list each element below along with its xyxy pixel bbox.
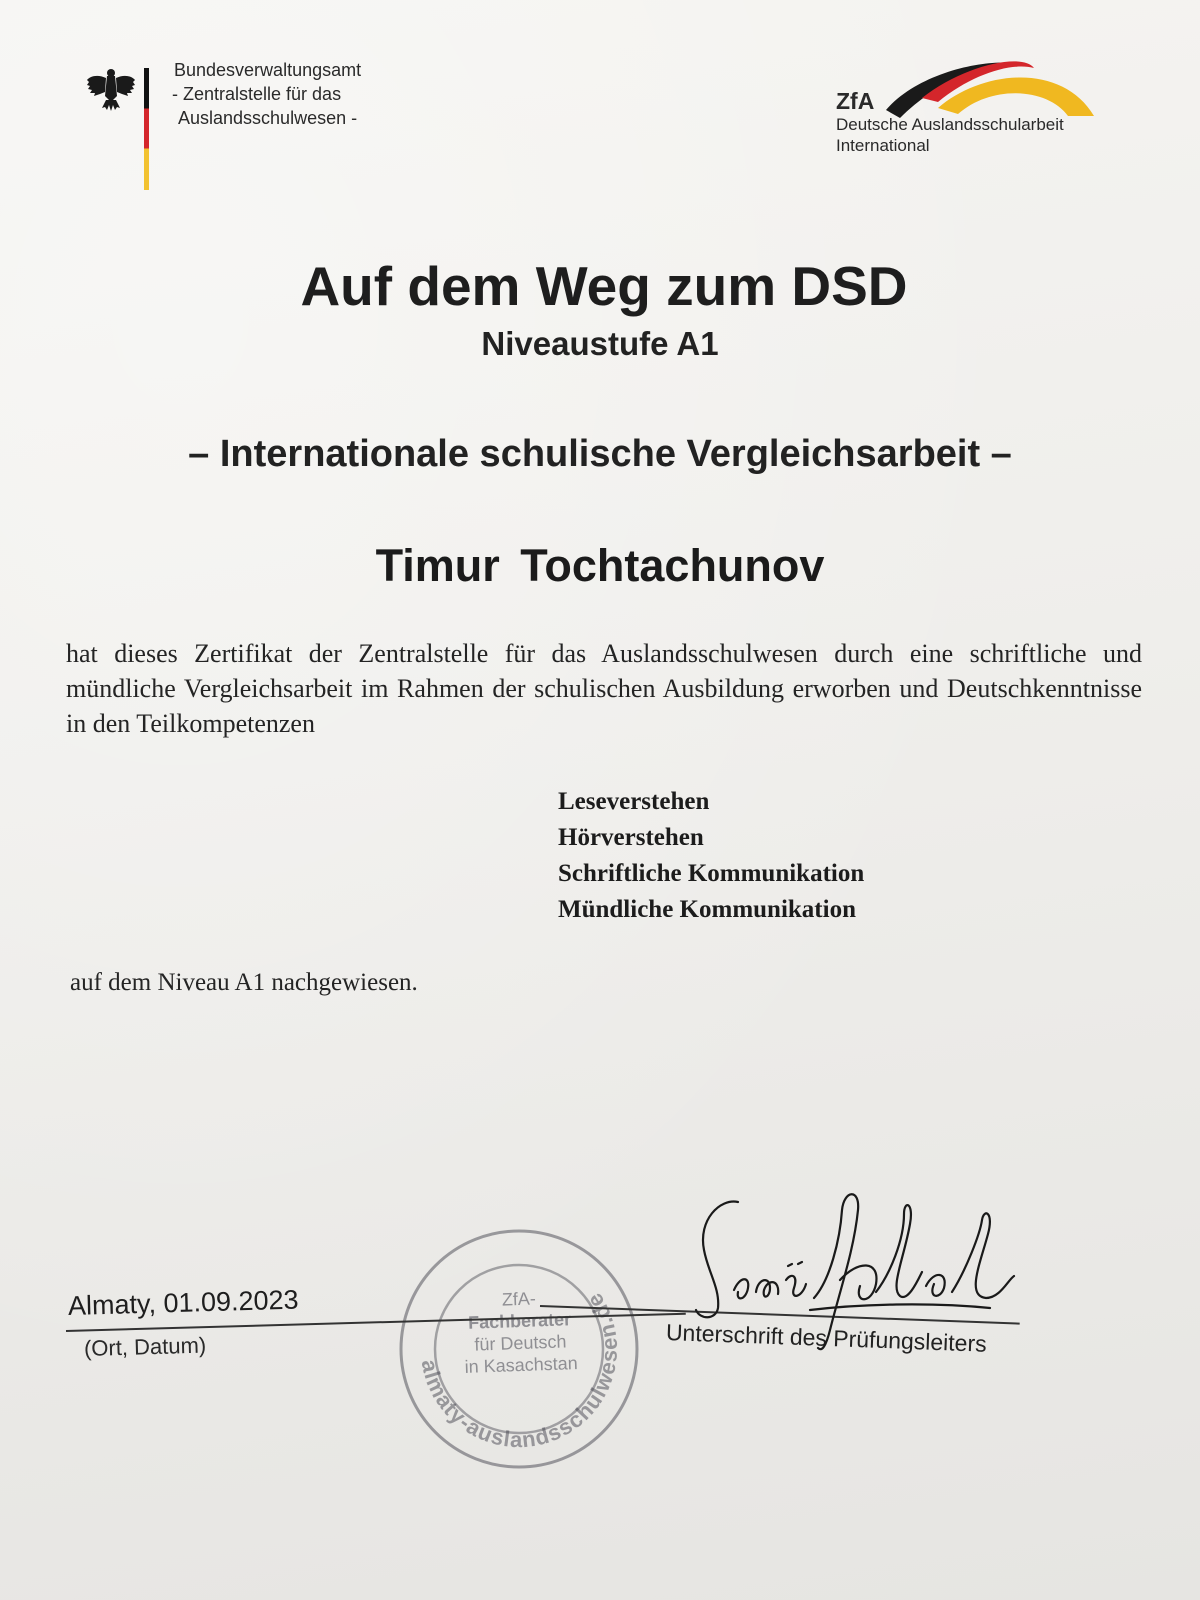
certificate-body: hat dieses Zertifikat der Zentralstelle … [66,639,1142,738]
handwritten-signature [694,1193,1016,1351]
candidate-name: Timur Tochtachunov [375,540,825,591]
competency-item: Schriftliche Kommunikation [558,860,865,887]
competency-item: Hörverstehen [558,824,704,851]
competency-item: Leseverstehen [558,788,710,815]
zfa-name-line-1: Deutsche Auslandsschularbeit [836,115,1064,134]
authority-line-1: Bundesverwaltungsamt [174,60,362,80]
federal-eagle-icon [87,69,135,111]
authority-line-3: Auslandsschulwesen - [178,108,358,128]
place-date: Almaty, 01.09.2023 [67,1284,299,1321]
authority-line-2: - Zentralstelle für das [172,84,342,104]
zfa-logo-text: ZfA Deutsche Auslandsschularbeit Interna… [836,88,1064,156]
competency-item: Mündliche Kommunikation [558,896,856,923]
stamp-center-text: ZfA- Fachberater für Deutsch in Kasachst… [439,1285,602,1379]
certificate-title: Auf dem Weg zum DSD [300,255,908,317]
authority-block: Bundesverwaltungsamt - Zentralstelle für… [170,58,361,130]
competency-list: Leseverstehen Hörverstehen Schriftliche … [558,784,864,928]
certificate-page: Bundesverwaltungsamt - Zentralstelle für… [0,0,1200,1600]
german-flag-bar [144,68,149,190]
zfa-name-line-2: International [836,136,930,155]
certificate-type: – Internationale schulische Vergleichsar… [188,433,1012,475]
place-date-caption: (Ort, Datum) [83,1332,207,1361]
zfa-abbreviation: ZfA [836,88,875,114]
certificate-level: Niveaustufe A1 [481,325,719,362]
certificate-closing: auf dem Niveau A1 nachgewiesen. [70,969,418,996]
